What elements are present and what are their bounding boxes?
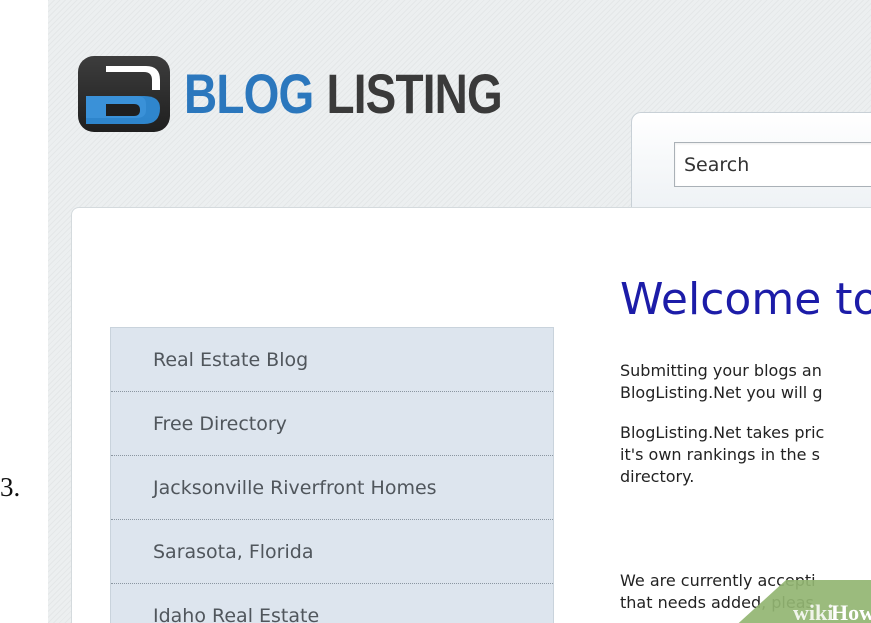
paragraph-line: it's own rankings in the s <box>620 445 820 464</box>
step-number: 3. <box>0 472 21 502</box>
logo-word-listing: LISTING <box>326 61 502 125</box>
sidebar-item-jacksonville-riverfront-homes[interactable]: Jacksonville Riverfront Homes <box>111 456 553 520</box>
sidebar-item-idaho-real-estate[interactable]: Idaho Real Estate <box>111 584 553 623</box>
sidebar-item-free-directory[interactable]: Free Directory <box>111 392 553 456</box>
wikihow-how-text: How <box>831 600 871 623</box>
paragraph-line: BlogListing.Net takes pric <box>620 423 825 442</box>
sidebar-menu: Real Estate Blog Free Directory Jacksonv… <box>110 327 554 623</box>
paragraph-line: directory. <box>620 467 695 486</box>
sidebar-item-sarasota-florida[interactable]: Sarasota, Florida <box>111 520 553 584</box>
wikihow-watermark: wiki How <box>738 580 871 623</box>
site-logo[interactable]: BLOG LISTING <box>76 46 572 141</box>
wikihow-wiki-text: wiki <box>793 600 833 623</box>
sidebar-item-real-estate-blog[interactable]: Real Estate Blog <box>111 328 553 392</box>
rankings-paragraph: BlogListing.Net takes pric it's own rank… <box>620 422 871 488</box>
logo-word-blog: BLOG <box>184 61 314 125</box>
welcome-heading: Welcome to <box>620 274 871 325</box>
logo-text: BLOG LISTING <box>184 65 503 122</box>
main-content-panel: Real Estate Blog Free Directory Jacksonv… <box>71 207 871 623</box>
intro-paragraph: Submitting your blogs an BlogListing.Net… <box>620 360 871 404</box>
paragraph-line: BlogListing.Net you will g <box>620 383 823 402</box>
search-input[interactable] <box>674 142 871 187</box>
website-screenshot: BLOGLISTING Real Estate Blog Free Direct… <box>48 0 871 623</box>
paragraph-line: Submitting your blogs an <box>620 361 822 380</box>
search-panel <box>631 112 871 210</box>
logo-b-icon <box>78 55 170 132</box>
